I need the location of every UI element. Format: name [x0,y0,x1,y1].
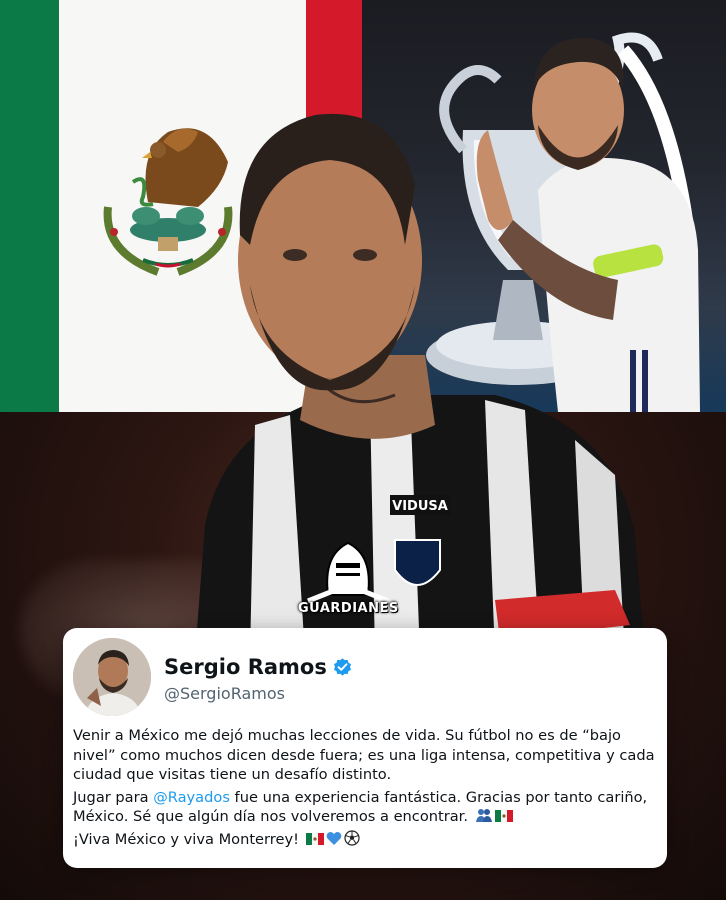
tweet-paragraph-2: Jugar para @Rayados fue una experiencia … [73,788,663,827]
soccer-ball-icon [343,829,360,846]
player-portrait: VIDUSA [195,113,645,655]
jersey-sponsor-text: VIDUSA [392,499,448,514]
mention-link[interactable]: @Rayados [153,789,230,806]
guardianes-logo: GUARDIANES [298,535,398,630]
tweet-paragraph-3-text: ¡Viva México y viva Monterrey! [73,830,299,848]
tweet-paragraph-3: ¡Viva México y viva Monterrey! [73,829,663,850]
display-name[interactable]: Sergio Ramos [164,655,327,679]
tweet-paragraph-1: Venir a México me dejó muchas lecciones … [73,727,655,783]
avatar[interactable] [73,638,151,716]
poster: VIDUSA GUARDIANES Sergio Ramos @SergioRa… [0,0,726,900]
knight-helmet-icon [307,541,389,604]
blue-heart-icon [326,831,341,845]
mexico-flag-icon [305,832,324,845]
name-row: Sergio Ramos [164,655,353,679]
people-icon [475,809,492,822]
tweet-card[interactable]: Sergio Ramos @SergioRamos Venir a México… [63,628,667,868]
logo-text: GUARDIANES [298,601,399,616]
tweet-text: Venir a México me dejó muchas lecciones … [73,726,663,852]
verified-badge-icon [333,657,351,676]
avatar-image [73,638,151,716]
mexico-flag-icon [494,810,513,822]
user-handle[interactable]: @SergioRamos [164,684,285,703]
flag-green-stripe [0,0,59,412]
tweet-paragraph-2-start: Jugar para [73,788,154,806]
